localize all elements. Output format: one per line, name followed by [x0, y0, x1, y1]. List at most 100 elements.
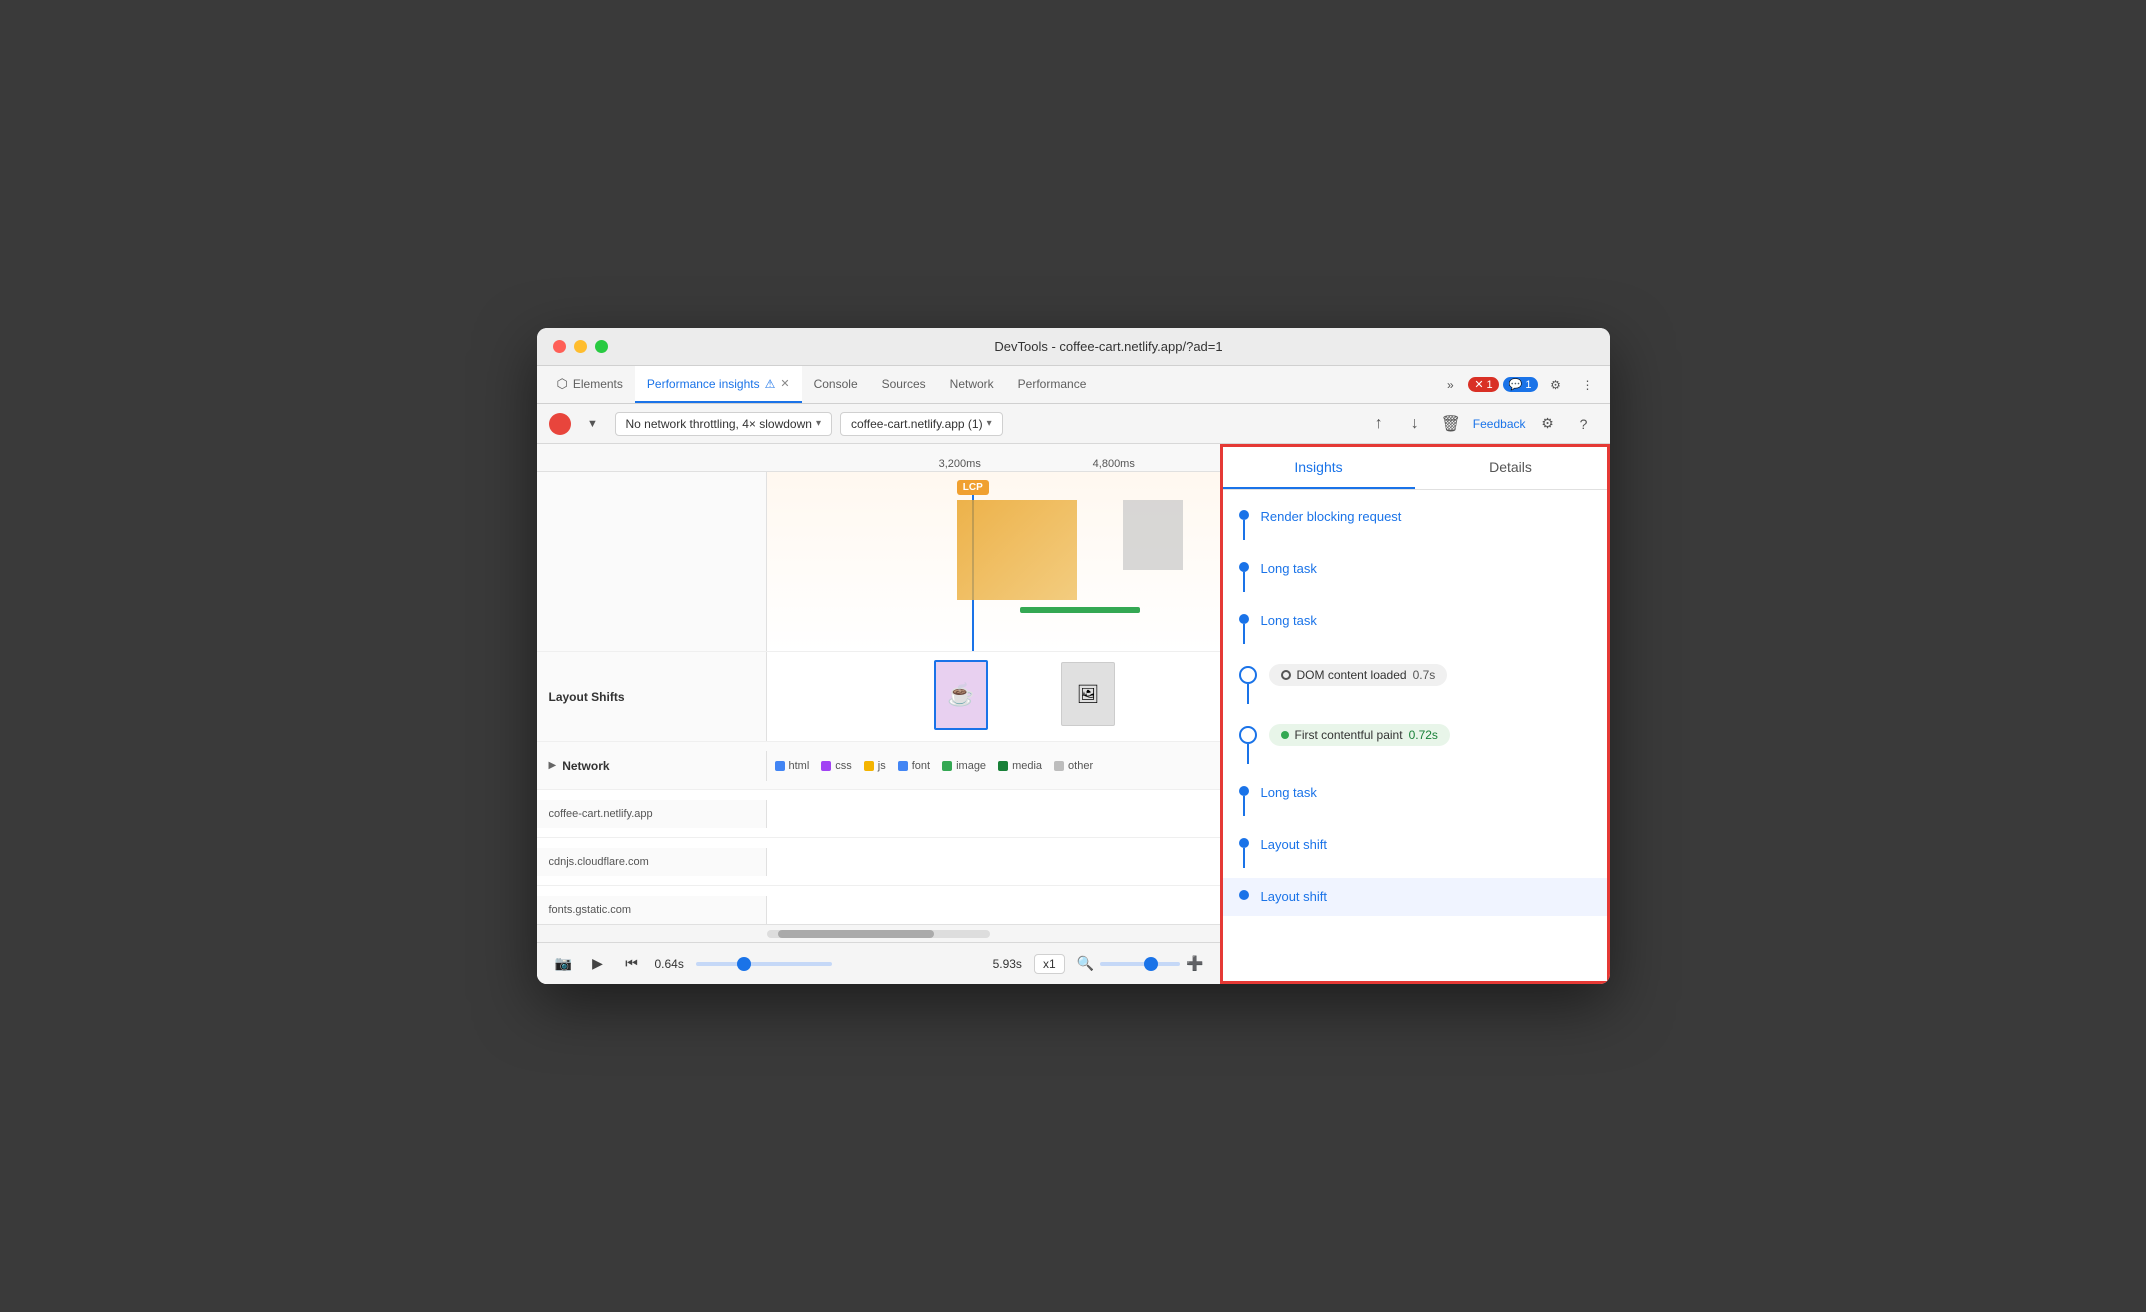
- insight-layout-shift-2[interactable]: Layout shift: [1223, 878, 1607, 916]
- current-time: 0.64s: [655, 957, 684, 971]
- slider-track[interactable]: [696, 962, 832, 966]
- settings-icon[interactable]: ⚙: [1542, 371, 1570, 399]
- insight-dom-loaded[interactable]: DOM content loaded 0.7s: [1223, 654, 1607, 714]
- insight-long-task-2[interactable]: Long task: [1223, 602, 1607, 654]
- window-title: DevTools - coffee-cart.netlify.app/?ad=1: [624, 339, 1594, 354]
- record-button[interactable]: [549, 413, 571, 435]
- more-tabs-button[interactable]: »: [1436, 371, 1464, 399]
- long-task-1-link[interactable]: Long task: [1261, 561, 1317, 576]
- tab-network[interactable]: Network: [938, 366, 1006, 403]
- orange-block: [957, 500, 1077, 600]
- settings2-icon[interactable]: ⚙: [1534, 410, 1562, 438]
- tab-details[interactable]: Details: [1415, 447, 1607, 489]
- zoom-slider[interactable]: [1100, 962, 1180, 966]
- chat-icon: 💬: [1509, 378, 1523, 391]
- waterfall-content: LCP: [767, 472, 1220, 651]
- dot-7: [1239, 838, 1249, 848]
- connector-6: [1239, 784, 1249, 816]
- dom-loaded-pill: DOM content loaded 0.7s: [1269, 664, 1448, 686]
- cup-icon-1: ☕: [947, 682, 974, 708]
- insight-long-task-3[interactable]: Long task: [1223, 774, 1607, 826]
- layout-shift-thumb-1[interactable]: ☕: [934, 660, 988, 730]
- tab-console[interactable]: Console: [802, 366, 870, 403]
- timeline-rows: LCP Layout Shifts: [537, 472, 1220, 924]
- insight-render-blocking[interactable]: Render blocking request: [1223, 498, 1607, 550]
- skip-start-button[interactable]: ⏮: [621, 953, 643, 975]
- site-dropdown[interactable]: coffee-cart.netlify.app (1) ▾: [840, 412, 1003, 436]
- speed-control[interactable]: x1: [1034, 954, 1065, 974]
- delete-icon[interactable]: 🗑: [1437, 410, 1465, 438]
- zoom-out-icon[interactable]: 🔍: [1077, 955, 1094, 972]
- network-item-content-1: [767, 810, 1220, 818]
- cup-icon-2: 🖼: [1077, 684, 1100, 705]
- playback-bar: 📷 ▶ ⏮ 0.64s 5.93s x1 🔍 ➕: [537, 942, 1220, 984]
- tab-performance-insights[interactable]: Performance insights ⚠ ✕: [635, 366, 802, 403]
- layout-shifts-row: Layout Shifts ☕ 🖼: [537, 652, 1220, 742]
- network-expand-icon[interactable]: ▶: [549, 760, 557, 771]
- network-item-content-3: [767, 906, 1220, 914]
- zoom-thumb[interactable]: [1144, 957, 1158, 971]
- toolbar: ▼ No network throttling, 4× slowdown ▾ c…: [537, 404, 1610, 444]
- network-legend: html css js: [767, 760, 1220, 772]
- close-button[interactable]: [553, 340, 566, 353]
- line-2: [1243, 572, 1245, 592]
- more-options-icon[interactable]: ⋮: [1574, 371, 1602, 399]
- download-icon[interactable]: ↓: [1401, 410, 1429, 438]
- tab-performance[interactable]: Performance: [1006, 366, 1099, 403]
- site-chevron-icon: ▾: [987, 418, 992, 429]
- long-task-2-link[interactable]: Long task: [1261, 613, 1317, 628]
- layout-shift-2-link[interactable]: Layout shift: [1261, 889, 1328, 904]
- network-label-arrow: ▶ Network: [549, 759, 610, 773]
- dot-3: [1239, 614, 1249, 624]
- insight-content-1: Render blocking request: [1261, 508, 1591, 526]
- slider-thumb[interactable]: [737, 957, 751, 971]
- layout-shift-1-link[interactable]: Layout shift: [1261, 837, 1328, 852]
- insight-fcp[interactable]: First contentful paint 0.72s: [1223, 714, 1607, 774]
- tab-insights[interactable]: Insights: [1223, 447, 1415, 489]
- scrollbar-track[interactable]: [767, 930, 990, 938]
- legend-font: font: [898, 760, 930, 772]
- zoom-in-icon[interactable]: ➕: [1186, 955, 1203, 972]
- layout-shift-thumb-2[interactable]: 🖼: [1061, 662, 1115, 726]
- connector-2: [1239, 560, 1249, 592]
- fcp-green-dot: [1281, 731, 1289, 739]
- green-bar: [1020, 607, 1140, 613]
- insight-long-task-1[interactable]: Long task: [1223, 550, 1607, 602]
- network-item-label-3: fonts.gstatic.com: [537, 896, 767, 924]
- dot-1: [1239, 510, 1249, 520]
- fcp-label: First contentful paint: [1295, 728, 1403, 742]
- long-task-3-link[interactable]: Long task: [1261, 785, 1317, 800]
- ruler-mark-3200: 3,200ms: [939, 458, 981, 470]
- layout-shifts-content: ☕ 🖼: [767, 652, 1220, 741]
- network-item-text-1: coffee-cart.netlify.app: [549, 808, 653, 820]
- chat-badge: 💬 1: [1503, 377, 1538, 392]
- tab-elements[interactable]: ⬡ Elements: [545, 366, 635, 403]
- network-main-label: ▶ Network: [537, 751, 767, 781]
- insight-content-4: DOM content loaded 0.7s: [1269, 664, 1591, 686]
- minimize-button[interactable]: [574, 340, 587, 353]
- layout-shifts-text: Layout Shifts: [549, 690, 625, 704]
- help-icon[interactable]: ?: [1570, 410, 1598, 438]
- upload-icon[interactable]: ↑: [1365, 410, 1393, 438]
- screenshot-icon[interactable]: 📷: [553, 953, 575, 975]
- render-blocking-link[interactable]: Render blocking request: [1261, 509, 1402, 524]
- insight-layout-shift-1[interactable]: Layout shift: [1223, 826, 1607, 878]
- play-button[interactable]: ▶: [587, 953, 609, 975]
- dot-outline-1: [1239, 666, 1257, 684]
- record-dropdown-arrow[interactable]: ▼: [579, 410, 607, 438]
- network-throttle-dropdown[interactable]: No network throttling, 4× slowdown ▾: [615, 412, 832, 436]
- scrollbar-thumb[interactable]: [778, 930, 934, 938]
- tab-close-icon[interactable]: ✕: [780, 377, 789, 390]
- legend-css: css: [821, 760, 852, 772]
- time-ruler: 3,200ms 4,800ms: [537, 444, 1220, 472]
- feedback-link[interactable]: Feedback: [1473, 417, 1526, 431]
- insight-content-3: Long task: [1261, 612, 1591, 630]
- time-slider[interactable]: [696, 962, 832, 966]
- waterfall-row: LCP: [537, 472, 1220, 652]
- zoom-controls: 🔍 ➕: [1077, 955, 1204, 972]
- network-item-row-1: coffee-cart.netlify.app: [537, 790, 1220, 838]
- dot-outline-2: [1239, 726, 1257, 744]
- maximize-button[interactable]: [595, 340, 608, 353]
- tab-sources[interactable]: Sources: [870, 366, 938, 403]
- line-1: [1243, 520, 1245, 540]
